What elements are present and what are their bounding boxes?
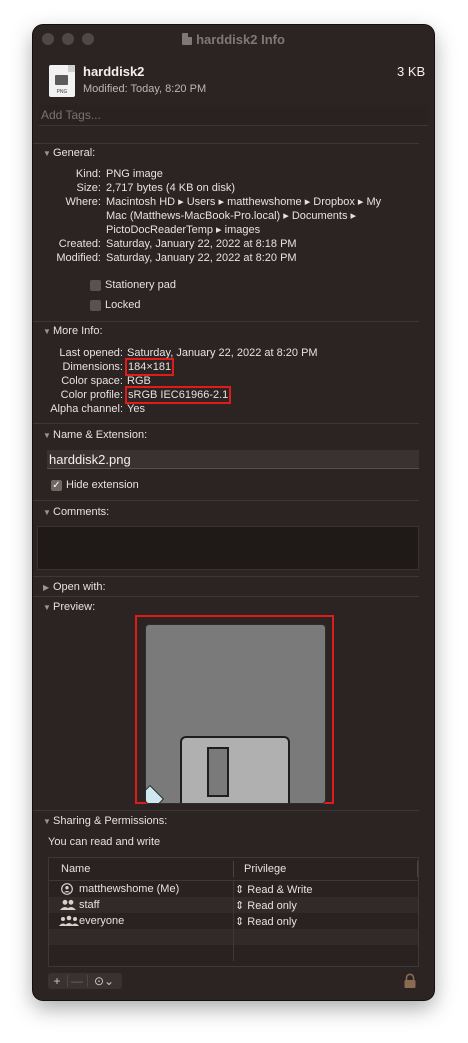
png-file-icon: PNG [49,65,75,97]
file-name-field[interactable]: harddisk2.png [47,450,419,469]
hide-extension-label: Hide extension [66,479,139,491]
table-row[interactable]: staff ⇕ Read only [49,897,418,913]
color-space-value: RGB [127,375,151,387]
permission-privilege-popup[interactable]: ⇕ Read only [235,899,297,912]
remove-permission-button[interactable]: — [68,973,86,989]
column-header-privilege[interactable]: Privilege [244,863,286,875]
permission-privilege-value: Read only [247,900,297,912]
disk-shutter [180,736,290,803]
size-label: Size: [76,182,101,194]
permission-privilege-value: Read & Write [247,884,313,896]
add-permission-button[interactable]: + [48,973,66,989]
comments-textarea[interactable] [37,526,419,570]
open-with-section-toggle[interactable]: ▶ Open with: [43,581,106,593]
file-icon-label: PNG [56,89,68,95]
modified-label: Modified: [56,252,101,264]
file-name: harddisk2 [83,64,145,79]
action-menu-button[interactable]: ⊙⌄ [88,973,120,989]
last-opened-value: Saturday, January 22, 2022 at 8:20 PM [127,347,318,359]
stationery-pad-label: Stationery pad [105,279,176,291]
chevron-down-icon: ▼ [43,508,51,517]
disk-slot [207,747,229,797]
preview-section-toggle[interactable]: ▼ Preview: [43,601,95,613]
window-title-wrap: harddisk2 Info [33,32,434,47]
stationery-pad-checkbox[interactable] [90,280,101,291]
color-profile-value: sRGB IEC61966-2.1 [124,386,232,404]
column-header-name[interactable]: Name [61,863,90,875]
name-extension-section-toggle[interactable]: ▼ Name & Extension: [43,429,147,441]
empty-table-row [49,929,418,945]
more-info-section-title: More Info: [53,325,103,337]
title-bar: harddisk2 Info [33,25,434,53]
hard-disk-preview-image [145,624,326,804]
more-info-section-toggle[interactable]: ▼ More Info: [43,325,103,337]
disk-corner [146,784,165,803]
sharing-status: You can read and write [48,836,161,848]
color-space-label: Color space: [61,375,123,387]
general-section-title: General: [53,147,96,159]
table-row[interactable]: everyone ⇕ Read only [49,913,418,929]
tags-field[interactable] [39,105,428,126]
where-value-line2: Mac (Matthews-MacBook-Pro.local) ▸ Docum… [106,210,357,222]
file-size: 3 KB [397,64,426,79]
last-opened-label: Last opened: [59,347,123,359]
created-value: Saturday, January 22, 2022 at 8:18 PM [106,238,297,250]
preview-section-title: Preview: [53,601,96,613]
alpha-channel-value: Yes [127,403,145,415]
kind-label: Kind: [75,168,101,180]
chevron-down-icon: ▼ [43,603,51,612]
sharing-section-toggle[interactable]: ▼ Sharing & Permissions: [43,815,167,827]
permissions-table-header: Name Privilege [49,858,418,881]
permission-privilege-value: Read only [247,916,297,928]
dimensions-label: Dimensions: [62,361,123,373]
general-section-toggle[interactable]: ▼ General: [43,147,95,159]
alpha-channel-label: Alpha channel: [50,403,123,415]
created-label: Created: [58,238,101,250]
where-value-line3: PictoDocReaderTemp ▸ images [106,224,261,236]
tags-input[interactable] [39,105,428,125]
comments-section-toggle[interactable]: ▼ Comments: [43,506,109,518]
where-value-line1: Macintosh HD ▸ Users ▸ matthewshome ▸ Dr… [106,196,382,208]
comments-section-title: Comments: [53,506,110,518]
modified-line: Modified: Today, 8:20 PM [83,83,207,95]
document-icon [182,33,193,45]
table-row[interactable]: matthewshome (Me) ⇕ Read & Write [49,881,418,897]
permission-privilege-popup[interactable]: ⇕ Read only [235,915,297,928]
permission-user-name: matthewshome (Me) [79,883,180,895]
chevron-down-icon: ▼ [43,149,51,158]
permission-user-name: staff [79,899,100,911]
dimensions-value: 184×181 [124,358,175,376]
locked-checkbox[interactable] [90,300,101,311]
chevron-down-icon: ▼ [43,431,51,440]
modified-value: Saturday, January 22, 2022 at 8:20 PM [106,252,297,264]
chevron-right-icon: ▶ [43,583,50,592]
locked-label: Locked [105,299,141,311]
color-profile-label: Color profile: [60,389,123,401]
permission-privilege-popup[interactable]: ⇕ Read & Write [235,883,313,896]
window-title: harddisk2 Info [196,32,285,47]
everyone-icon [59,915,79,927]
hide-extension-checkbox[interactable]: ✓ [51,480,62,491]
permission-user-name: everyone [79,915,125,927]
name-extension-section-title: Name & Extension: [53,429,148,441]
permissions-toolbar: + — ⊙⌄ [48,973,122,989]
group-icon [59,899,76,911]
size-value: 2,717 bytes (4 KB on disk) [106,182,236,194]
lock-icon[interactable] [403,973,417,989]
preview-highlight-frame [135,615,334,804]
single-user-icon [59,883,75,895]
chevron-down-icon: ▼ [43,327,51,336]
sharing-section-title: Sharing & Permissions: [53,815,168,827]
permissions-table: Name Privilege matthewshome (Me) ⇕ Read … [48,857,419,967]
info-window: harddisk2 Info PNG harddisk2 3 KB Modifi… [33,25,434,1000]
chevron-down-icon: ▼ [43,817,51,826]
empty-table-row [49,945,418,961]
where-label: Where: [65,196,101,208]
open-with-section-title: Open with: [53,581,106,593]
kind-value: PNG image [106,168,163,180]
